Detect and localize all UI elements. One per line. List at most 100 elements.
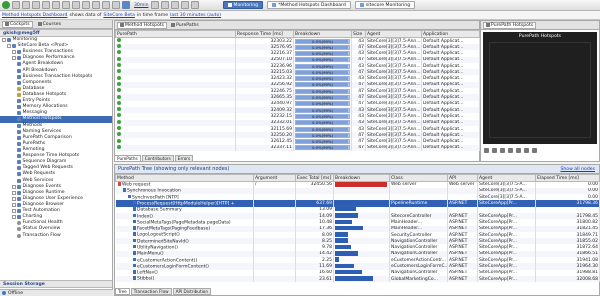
- expand-icon[interactable]: [12, 203, 16, 207]
- method-icon: [132, 219, 136, 224]
- expand-icon[interactable]: [7, 44, 11, 49]
- method-icon: [122, 188, 126, 192]
- settings-icon[interactable]: [180, 1, 189, 9]
- status-icon: [116, 126, 121, 130]
- tab-monitoring[interactable]: Monitoring: [222, 1, 264, 9]
- filter-icon[interactable]: [524, 147, 529, 153]
- help-icon[interactable]: [532, 147, 537, 153]
- folder-icon: [17, 215, 21, 220]
- agent-cell: SiteCore[3][3]7.5-Ann...: [365, 88, 422, 95]
- column-header-method[interactable]: Method: [115, 174, 254, 182]
- expand-icon[interactable]: [12, 209, 16, 214]
- tab-courses[interactable]: Courses: [36, 21, 63, 28]
- column-header-api[interactable]: API: [447, 174, 478, 182]
- print-icon[interactable]: [82, 1, 90, 9]
- column-header-application[interactable]: Application: [421, 30, 480, 38]
- breakdown-cell: 0.0%(99%): [293, 81, 352, 89]
- chart-icon: [486, 23, 490, 27]
- zoom-in-icon[interactable]: [160, 1, 169, 9]
- previous-icon[interactable]: [102, 1, 110, 9]
- expand-icon[interactable]: [12, 56, 16, 61]
- session-storage-header[interactable]: Session Storage: [0, 280, 112, 288]
- save-icon[interactable]: [22, 1, 30, 9]
- expand-icon[interactable]: [2, 38, 6, 43]
- column-header-response-time[interactable]: Response Time [ms]: [235, 30, 294, 38]
- play-icon[interactable]: [484, 147, 489, 153]
- tab-api-distribution[interactable]: API Distribution: [172, 288, 211, 295]
- column-header-elapsed-time[interactable]: Elapsed Time [ms]: [535, 174, 600, 182]
- breakdown-bar: [335, 225, 363, 231]
- column-header-breakdown[interactable]: Breakdown: [333, 174, 390, 182]
- show-all-nodes-link[interactable]: Show all nodes: [560, 167, 595, 172]
- tab-purepath-hotspots[interactable]: PurePath Hotspots: [483, 21, 537, 29]
- refresh-icon[interactable]: [32, 1, 40, 9]
- column-header-breakdown[interactable]: Breakdown: [293, 30, 352, 38]
- pause-icon[interactable]: [150, 1, 159, 9]
- zoom-icon[interactable]: [500, 147, 505, 153]
- breakdown-cell: 0.0%(99%): [293, 138, 352, 145]
- tab-method-hotspots[interactable]: Method Hotspots: [117, 21, 168, 29]
- purepath-hotspots-chart[interactable]: PurePath Hotspots: [483, 32, 597, 144]
- method-name: UtilityNavigation(): [137, 245, 179, 251]
- filter-icon[interactable]: [92, 1, 100, 9]
- tab-errors[interactable]: Errors: [174, 155, 194, 162]
- chart-icon: [17, 62, 21, 67]
- settings-icon[interactable]: [516, 147, 521, 153]
- column-header-exec-total[interactable]: Exec Total [ms]: [295, 174, 334, 182]
- breakdown-cell: 0.0%(99%): [293, 44, 352, 51]
- breakdown-bar: 0.0%(99%): [295, 101, 350, 107]
- tab-contributors[interactable]: Contributors: [141, 155, 174, 162]
- tab-transaction-flow[interactable]: Transaction Flow: [130, 288, 172, 295]
- next-icon[interactable]: [112, 1, 120, 9]
- system-profile-link[interactable]: SiteCore Beta: [103, 13, 135, 18]
- column-header-agent[interactable]: Agent: [365, 30, 422, 38]
- chart-icon: [17, 172, 21, 177]
- api-cell: ASP.NET: [447, 275, 478, 283]
- column-header-purepath[interactable]: PurePath: [115, 30, 236, 38]
- tab-purepaths-bottom[interactable]: PurePaths: [114, 155, 141, 162]
- breakdown-label: 0.0%(99%): [311, 132, 334, 138]
- tab-purepaths[interactable]: PurePaths: [169, 22, 201, 29]
- chart-icon: [17, 68, 21, 73]
- tab-tree[interactable]: Tree: [115, 288, 130, 295]
- offline-status[interactable]: Offline: [0, 289, 113, 296]
- tab-sitecore-monitoring[interactable]: sitecore Monitoring: [354, 1, 416, 9]
- export-icon[interactable]: [508, 147, 513, 153]
- method-name: eCustomerActionContent(): [137, 257, 198, 263]
- expand-icon[interactable]: [12, 184, 16, 189]
- purepath-row[interactable]: 32337.11 0.0%(99%) 47 SiteCore[3][3]7.5-Ann…: [115, 144, 480, 152]
- column-header-argument[interactable]: Argument: [253, 174, 296, 182]
- expand-icon[interactable]: [12, 196, 16, 201]
- back-icon[interactable]: [42, 1, 50, 9]
- forward-icon[interactable]: [52, 1, 60, 9]
- open-icon[interactable]: [12, 1, 20, 9]
- export-icon[interactable]: [72, 1, 80, 9]
- expand-icon[interactable]: [12, 190, 16, 195]
- pause-icon[interactable]: [492, 147, 497, 153]
- offline-icon: [2, 291, 6, 295]
- column-header-size[interactable]: Size: [351, 30, 366, 38]
- cockpit-title[interactable]: gkish@meg5ff: [0, 29, 112, 37]
- method-icon: [117, 182, 121, 186]
- chart-toolbar: [481, 146, 599, 154]
- timeframe-link[interactable]: 30min: [134, 3, 149, 8]
- method-name: LogoLogoutScript(): [137, 232, 180, 238]
- expand-icon[interactable]: [12, 215, 16, 220]
- tree-row[interactable]: Stibbs() 23.61 GlobalMarketingCo... ASP.NET…: [115, 275, 600, 283]
- dashboard-link[interactable]: Method Hotspots Dashboard: [2, 13, 67, 18]
- chart-icon: [17, 123, 21, 128]
- search-icon[interactable]: [62, 1, 70, 9]
- layout-icon[interactable]: [190, 1, 199, 9]
- tree-header-row: Method Argument Exec Total [ms] Breakdow…: [115, 174, 600, 182]
- tab-method-hotspots-dashboard[interactable]: *Method Hotspots Dashboard: [267, 1, 351, 9]
- zoom-out-icon[interactable]: [170, 1, 179, 9]
- clock-icon[interactable]: [122, 1, 130, 9]
- column-header-class[interactable]: Class: [389, 174, 448, 182]
- column-header-agent[interactable]: Agent: [477, 174, 536, 182]
- expand-icon[interactable]: [12, 50, 16, 55]
- tab-cockpits[interactable]: Cockpits: [2, 20, 33, 28]
- timeframe-link[interactable]: last 30 minutes (auto): [170, 13, 221, 18]
- tree-item[interactable]: Transaction Flow: [0, 233, 112, 239]
- start-icon[interactable]: [2, 1, 10, 9]
- purepath-cell: [115, 144, 236, 152]
